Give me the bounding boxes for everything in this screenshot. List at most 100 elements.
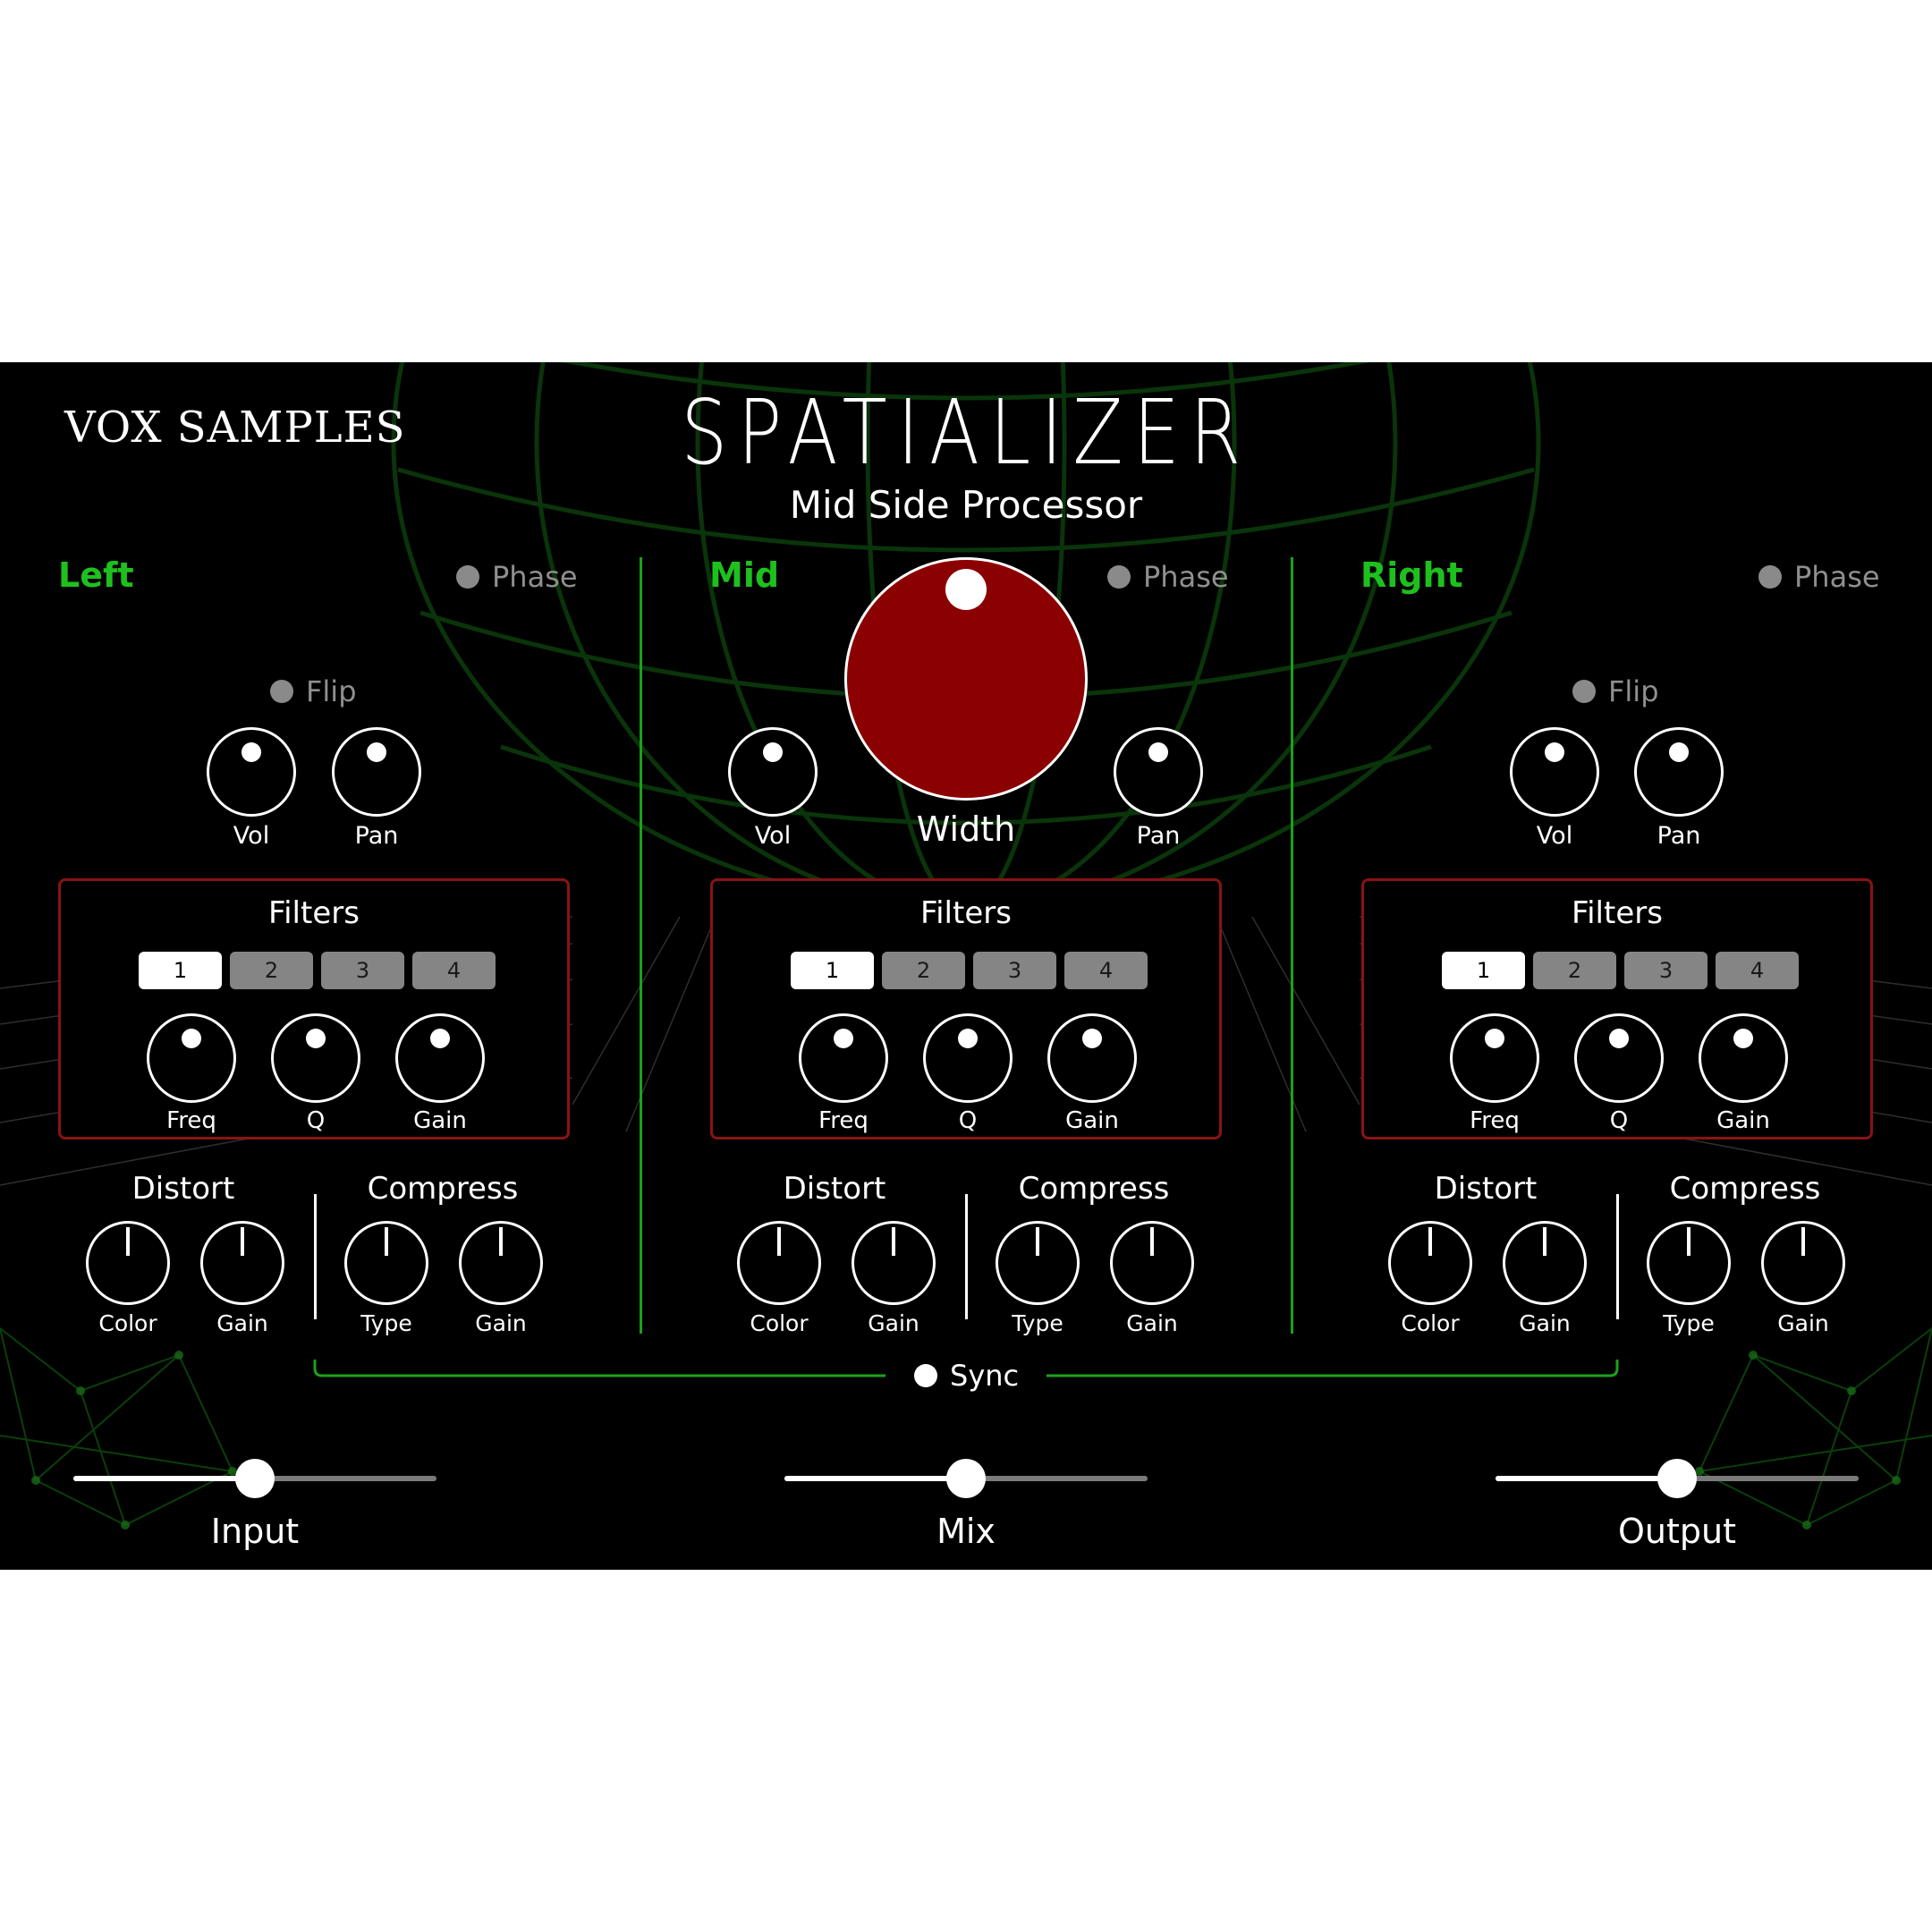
left-filter-tab-3[interactable]: 3	[321, 952, 404, 989]
right-phase-indicator	[1758, 565, 1782, 589]
left-pan-knob[interactable]	[332, 727, 421, 817]
mid-filter-freq-knob[interactable]	[799, 1013, 888, 1103]
left-distort-color-label: Color	[98, 1310, 157, 1336]
left-compress-gain-label: Gain	[475, 1310, 527, 1336]
right-phase-label: Phase	[1794, 560, 1880, 594]
left-filter-freq-knob[interactable]	[147, 1013, 236, 1103]
right-compress-type-knob[interactable]	[1647, 1221, 1731, 1305]
right-pan-knob[interactable]	[1634, 727, 1724, 817]
mix-slider-thumb[interactable]	[946, 1459, 986, 1498]
mid-distort-color-knob[interactable]	[737, 1221, 821, 1305]
input-label: Input	[210, 1512, 300, 1551]
output-label: Output	[1618, 1512, 1736, 1551]
left-fx-separator	[314, 1194, 317, 1319]
mid-phase-toggle[interactable]: Phase	[1107, 559, 1229, 595]
right-filter-freq-label: Freq	[1470, 1107, 1520, 1134]
mid-vol-label: Vol	[754, 822, 792, 850]
mix-label: Mix	[936, 1512, 996, 1551]
left-filter-tab-4[interactable]: 4	[412, 952, 496, 989]
mid-width-knob[interactable]	[844, 557, 1088, 801]
right-distort-gain-knob[interactable]	[1503, 1221, 1587, 1305]
mid-filter-tab-3[interactable]: 3	[973, 952, 1056, 989]
right-vol-knob[interactable]	[1510, 727, 1599, 817]
mid-filter-tab-1[interactable]: 1	[791, 952, 874, 989]
output-slider-fill	[1496, 1476, 1677, 1481]
mid-compress-type-label: Type	[1012, 1310, 1063, 1336]
mid-filter-gain-knob[interactable]	[1047, 1013, 1137, 1103]
mid-channel-title: Mid	[709, 555, 780, 595]
right-compress-gain-knob[interactable]	[1761, 1221, 1845, 1305]
right-flip-indicator	[1572, 680, 1596, 703]
left-distort-gain-knob[interactable]	[200, 1221, 284, 1305]
right-filters-panel: Filters 1 2 3 4 Freq Q Gain	[1361, 878, 1873, 1140]
right-phase-toggle[interactable]: Phase	[1758, 559, 1880, 595]
left-flip-indicator	[270, 680, 293, 703]
left-phase-indicator	[456, 565, 479, 589]
right-compress-title: Compress	[1669, 1171, 1821, 1207]
left-flip-label: Flip	[306, 674, 357, 708]
left-flip-toggle[interactable]: Flip	[270, 674, 357, 709]
mid-filter-tab-4[interactable]: 4	[1064, 952, 1148, 989]
left-pan-label: Pan	[354, 822, 399, 850]
left-distort-title: Distort	[131, 1171, 235, 1207]
column-divider-left	[640, 557, 642, 1334]
mid-compress-gain-label: Gain	[1126, 1310, 1178, 1336]
column-divider-right	[1291, 557, 1293, 1334]
left-phase-toggle[interactable]: Phase	[456, 559, 578, 595]
right-distort-color-label: Color	[1401, 1310, 1460, 1336]
mid-distort-gain-knob[interactable]	[852, 1221, 936, 1305]
mid-phase-indicator	[1107, 565, 1131, 589]
right-filter-gain-knob[interactable]	[1699, 1013, 1788, 1103]
mid-distort-color-label: Color	[750, 1310, 809, 1336]
mid-phase-label: Phase	[1143, 560, 1229, 594]
sync-label: Sync	[950, 1359, 1020, 1393]
right-flip-toggle[interactable]: Flip	[1572, 674, 1659, 709]
left-channel-title: Left	[58, 555, 134, 595]
right-distort-gain-label: Gain	[1519, 1310, 1571, 1336]
plugin-window: VOX SAMPLES SPATIALIZER Mid Side Process…	[0, 362, 1932, 1570]
left-compress-gain-knob[interactable]	[459, 1221, 543, 1305]
mid-width-label: Width	[916, 809, 1016, 849]
mid-compress-type-knob[interactable]	[996, 1221, 1080, 1305]
left-filters-panel: Filters 1 2 3 4 Freq Q Gain	[58, 878, 570, 1140]
right-pan-label: Pan	[1657, 822, 1701, 850]
left-filter-tab-1[interactable]: 1	[139, 952, 222, 989]
plugin-title: SPATIALIZER	[681, 380, 1251, 485]
mid-filter-q-label: Q	[958, 1107, 978, 1134]
mid-compress-title: Compress	[1018, 1171, 1170, 1207]
right-flip-label: Flip	[1608, 674, 1659, 708]
right-compress-gain-label: Gain	[1777, 1310, 1829, 1336]
mid-filter-q-knob[interactable]	[923, 1013, 1013, 1103]
left-phase-label: Phase	[492, 560, 578, 594]
mid-pan-label: Pan	[1136, 822, 1181, 850]
left-filter-tab-2[interactable]: 2	[230, 952, 313, 989]
right-distort-title: Distort	[1434, 1171, 1538, 1207]
right-filter-tab-1[interactable]: 1	[1442, 952, 1525, 989]
plugin-subtitle: Mid Side Processor	[789, 483, 1143, 527]
right-filter-tab-2[interactable]: 2	[1533, 952, 1616, 989]
right-distort-color-knob[interactable]	[1388, 1221, 1472, 1305]
right-filter-tab-4[interactable]: 4	[1716, 952, 1799, 989]
left-filter-q-knob[interactable]	[271, 1013, 360, 1103]
right-vol-label: Vol	[1536, 822, 1573, 850]
output-slider-thumb[interactable]	[1657, 1459, 1697, 1498]
sync-toggle[interactable]: Sync	[914, 1358, 1019, 1394]
mix-slider-fill	[784, 1476, 966, 1481]
left-compress-type-label: Type	[360, 1310, 412, 1336]
right-channel-title: Right	[1360, 555, 1463, 595]
mid-pan-knob[interactable]	[1114, 727, 1203, 817]
mid-compress-gain-knob[interactable]	[1110, 1221, 1194, 1305]
left-vol-label: Vol	[233, 822, 270, 850]
right-filter-freq-knob[interactable]	[1450, 1013, 1539, 1103]
mid-vol-knob[interactable]	[728, 727, 818, 817]
left-filter-gain-knob[interactable]	[395, 1013, 485, 1103]
input-slider-thumb[interactable]	[235, 1459, 275, 1498]
mid-filter-tab-2[interactable]: 2	[882, 952, 965, 989]
right-filter-tab-3[interactable]: 3	[1624, 952, 1707, 989]
right-filter-q-knob[interactable]	[1574, 1013, 1664, 1103]
left-distort-color-knob[interactable]	[86, 1221, 170, 1305]
left-distort-gain-label: Gain	[216, 1310, 268, 1336]
left-vol-knob[interactable]	[207, 727, 296, 817]
mid-filters-panel: Filters 1 2 3 4 Freq Q Gain	[710, 878, 1222, 1140]
left-compress-type-knob[interactable]	[344, 1221, 428, 1305]
